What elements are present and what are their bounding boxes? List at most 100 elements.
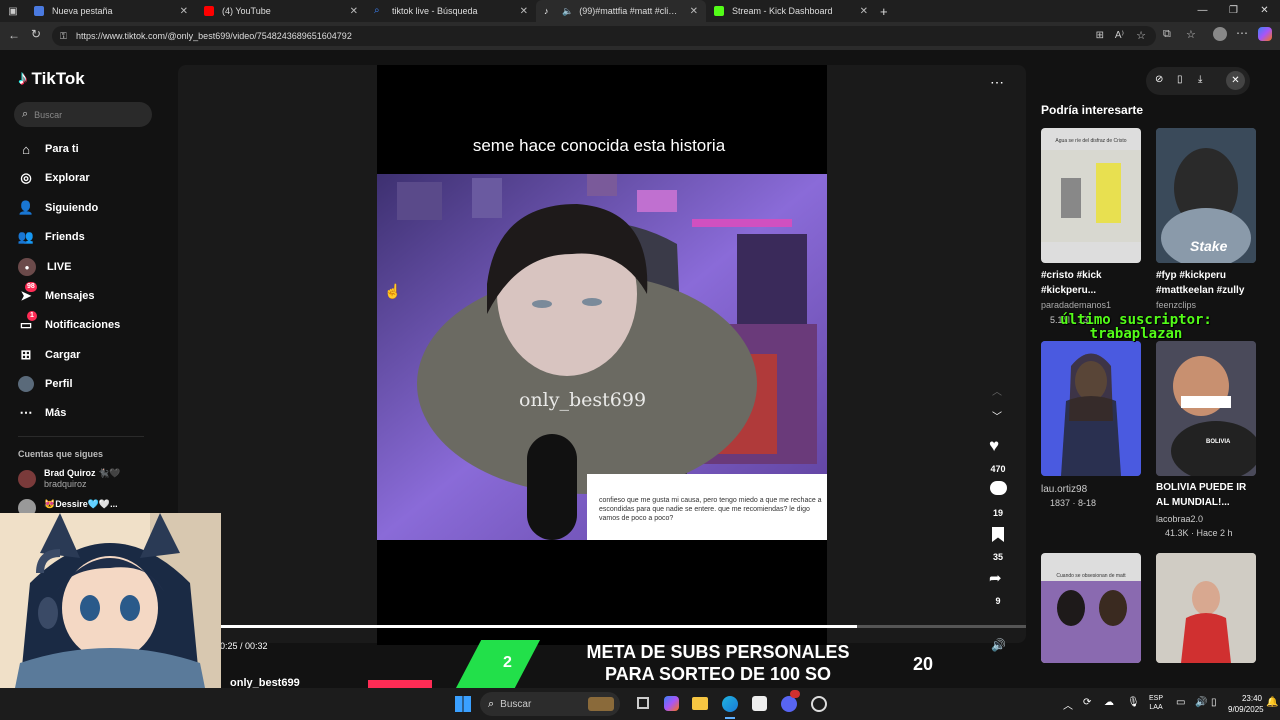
nav-live[interactable]: ● LIVE	[18, 256, 71, 278]
tab-actions-icon[interactable]: ▣	[0, 6, 26, 17]
app-icon[interactable]: ⊞	[1096, 26, 1104, 46]
tray-cloud-icon[interactable]: ☁	[1104, 697, 1114, 708]
close-icon[interactable]: ✕	[350, 6, 358, 17]
favorites-icon[interactable]: ☆	[1186, 28, 1196, 41]
recommendation-title[interactable]: BOLIVIA PUEDE IR AL MUNDIAL!...	[1156, 480, 1256, 510]
copilot-icon[interactable]	[1258, 27, 1272, 41]
nav-friends[interactable]: 👥 Friends	[18, 226, 85, 248]
recommendation-thumb[interactable]: Agua se ríe del disfraz de Cristo	[1041, 128, 1141, 263]
last-subscriber-overlay: último suscriptor: trabaplazan	[1060, 312, 1212, 342]
prev-video-icon[interactable]: ︿	[992, 383, 1002, 398]
video-caption: seme hace conocida esta historia	[472, 136, 726, 155]
tab-search[interactable]: ⌕ tiktok live - Búsqueda ✕	[366, 0, 536, 22]
nav-explorar[interactable]: ◎ Explorar	[18, 167, 89, 189]
sub-goal-overlay: 2 META DE SUBS PERSONALES PARA SORTEO DE…	[368, 628, 978, 688]
mobile-icon[interactable]: ▯	[1177, 74, 1183, 85]
site-info-icon[interactable]: ⚿	[60, 26, 67, 46]
recommendation-thumb[interactable]: BOLIVIA	[1156, 341, 1256, 476]
display-icon[interactable]: ▭	[1176, 697, 1185, 708]
search-input[interactable]: ⌕ Buscar	[14, 102, 152, 127]
tab-youtube[interactable]: (4) YouTube ✕	[196, 0, 366, 22]
goal-current: 2	[503, 654, 512, 671]
share-icon[interactable]: ➦	[989, 569, 1002, 587]
friends-icon: 👥	[17, 229, 35, 244]
nav-notificaciones[interactable]: ▭ 1 Notificaciones	[18, 311, 120, 336]
search-icon: ⌕	[374, 5, 380, 16]
recommendation-thumb[interactable]	[1156, 553, 1256, 663]
close-icon[interactable]: ✕	[520, 6, 528, 17]
nav-mensajes[interactable]: ➤ 98 Mensajes	[18, 282, 95, 307]
goal-target: 20	[913, 654, 934, 674]
thumb-picture	[1041, 341, 1141, 476]
nav-perfil[interactable]: Perfil	[18, 373, 73, 395]
window-close-button[interactable]: ✕	[1249, 0, 1280, 22]
copilot-app-icon[interactable]	[664, 696, 679, 711]
close-icon[interactable]: ✕	[690, 6, 698, 17]
collections-icon[interactable]	[1213, 27, 1227, 41]
refresh-icon[interactable]: ↻	[31, 27, 41, 41]
recommendation-title[interactable]: #fyp #kickperu #mattkeelan #zully	[1156, 268, 1256, 298]
sidebar-divider	[18, 436, 144, 437]
maximize-button[interactable]: ❐	[1218, 0, 1249, 22]
recommendation-thumb[interactable]: Cuando se obsesionan de matt	[1041, 553, 1141, 663]
obs-icon[interactable]	[811, 696, 827, 712]
tab-tiktok[interactable]: ♪ 🔈 (99)#mattfia #matt #clips #k ✕	[536, 0, 706, 22]
extensions-icon[interactable]: ⧉	[1163, 28, 1171, 41]
recommendation-author[interactable]: lacobraa2.0	[1156, 514, 1203, 524]
autoscroll-icon[interactable]: ⊘	[1155, 74, 1163, 85]
thumb-picture	[1156, 553, 1256, 663]
clock[interactable]: 23:40 9/09/2025	[1228, 693, 1264, 715]
new-tab-button[interactable]: +	[880, 4, 888, 19]
volume-icon[interactable]: 🔊	[1195, 697, 1207, 708]
minimize-button[interactable]: —	[1187, 0, 1218, 22]
mic-icon[interactable]: 🎙	[1127, 697, 1140, 708]
close-icon[interactable]: ✕	[180, 6, 188, 17]
nav-para-ti[interactable]: ⌂ Para ti	[18, 138, 79, 160]
speaker-icon[interactable]: 🔈	[562, 6, 573, 17]
discord-icon[interactable]	[781, 696, 797, 712]
nav-cargar[interactable]: ⊞ Cargar	[18, 344, 81, 366]
volume-icon[interactable]: 🔊	[991, 638, 1006, 652]
nav-siguiendo[interactable]: 👤 Siguiendo	[18, 197, 98, 219]
recommendation-title[interactable]: #cristo #kick #kickperu...	[1041, 268, 1141, 298]
next-video-icon[interactable]: ﹀	[992, 408, 1002, 423]
read-aloud-icon[interactable]: A⁾	[1115, 26, 1124, 46]
back-icon[interactable]: ←	[8, 28, 20, 42]
nav-mas[interactable]: ⋯ Más	[18, 402, 67, 424]
recommendation-thumb[interactable]: Stake	[1156, 128, 1256, 263]
close-panel-icon[interactable]: ✕	[1226, 71, 1245, 90]
tiktok-page: ♪ TikTok ⌕ Buscar ⌂ Para ti ◎ Explorar 👤 Si…	[0, 50, 1280, 688]
store-icon[interactable]	[752, 696, 767, 711]
like-icon[interactable]: ♥	[989, 436, 999, 456]
menu-icon[interactable]: ⋯	[1236, 26, 1248, 40]
battery-icon[interactable]: ▯	[1211, 697, 1217, 708]
messages-badge: 98	[25, 282, 37, 292]
windows-start-icon[interactable]	[455, 696, 471, 712]
tab-kick[interactable]: Stream - Kick Dashboard ✕	[706, 0, 876, 22]
recommendation-author[interactable]: lau.ortiz98	[1041, 484, 1087, 495]
task-view-icon[interactable]	[637, 697, 649, 709]
following-item[interactable]: Brad Quiroz 🐈‍⬛🖤 bradquiroz	[18, 468, 120, 489]
file-explorer-icon[interactable]	[692, 697, 708, 710]
close-icon[interactable]: ✕	[860, 6, 868, 17]
video-author[interactable]: only_best699	[230, 677, 300, 688]
tray-app-icon[interactable]: ⟳	[1083, 697, 1091, 708]
goal-text: META DE SUBS PERSONALES PARA SORTEO DE 1…	[586, 642, 850, 684]
edge-icon[interactable]	[722, 696, 738, 712]
download-icon[interactable]: ⤓	[1198, 74, 1202, 85]
tab-new[interactable]: Nueva pestaña ✕	[26, 0, 196, 22]
notification-center-icon[interactable]: 🔔	[1266, 697, 1278, 708]
comment-icon[interactable]	[990, 481, 1007, 495]
video-frame[interactable]: only_best699 confieso que me gusta mi ca…	[377, 174, 827, 540]
video-more-icon[interactable]: ⋯	[990, 74, 1004, 91]
tiktok-logo[interactable]: ♪ TikTok	[18, 68, 85, 90]
recommendation-author[interactable]: feenzclips	[1156, 300, 1196, 310]
tray-chevron-icon[interactable]: ︿	[1063, 697, 1073, 712]
recommendation-meta: 1837 · 8-18	[1050, 498, 1097, 508]
url-field[interactable]: ⚿ https://www.tiktok.com/@only_best699/v…	[52, 26, 1156, 46]
taskbar-search[interactable]: ⌕ Buscar	[480, 692, 620, 716]
recommendation-thumb[interactable]	[1041, 341, 1141, 476]
recommendation-author[interactable]: paradademanos1	[1041, 300, 1111, 310]
favorite-icon[interactable]: ☆	[1136, 26, 1146, 46]
language-indicator[interactable]: ESP LAA	[1149, 694, 1163, 712]
